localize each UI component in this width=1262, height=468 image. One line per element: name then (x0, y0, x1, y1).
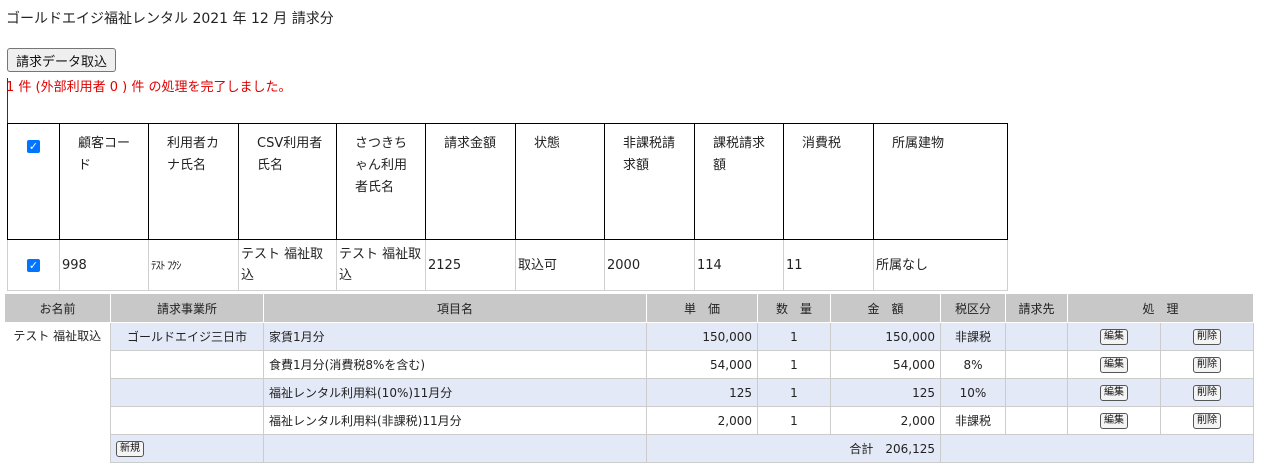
new-cell: 新規 (110, 434, 264, 463)
column-header-nontax: 非課税請求額 (604, 123, 695, 240)
amount: 54,000 (830, 350, 941, 379)
tax-class: 非課税 (940, 406, 1006, 435)
tax-class: 10% (940, 378, 1006, 407)
empty-cell (939, 434, 1255, 463)
billing-to (1005, 350, 1068, 379)
check-icon: ✓ (27, 140, 40, 153)
total-value: 206,125 (885, 442, 935, 456)
cell-code: 998 (59, 239, 149, 291)
quantity: 1 (757, 406, 831, 435)
delete-button[interactable]: 削除 (1193, 357, 1221, 373)
table-row: テスト 福祉取込 ゴールドエイジ三日市 家賃1月分 150,000 1 150,… (4, 322, 1255, 463)
cell-nontax: 2000 (604, 239, 695, 291)
column-header-tax: 課税請求額 (694, 123, 784, 240)
billing-table: お名前 請求事業所 項目名 単 価 数 量 金 額 税区分 請求先 処 理 テス… (4, 293, 1255, 463)
column-header-tax-class: 税区分 (940, 293, 1006, 323)
column-header-price: 単 価 (646, 293, 758, 323)
cell-tax: 114 (694, 239, 784, 291)
new-button[interactable]: 新規 (116, 441, 144, 457)
column-header-customer-code: 顧客コード (59, 123, 149, 240)
edit-button[interactable]: 編集 (1100, 329, 1128, 345)
column-header-amount: 請求金額 (425, 123, 516, 240)
column-header-kana-name: 利用者カナ氏名 (148, 123, 239, 240)
edit-cell: 編集 (1067, 406, 1161, 435)
column-header-satsuki-name: さつきちゃん利用者氏名 (336, 123, 426, 240)
item-name: 福祉レンタル利用料(10%)11月分 (263, 378, 647, 407)
column-header-actions: 処 理 (1066, 293, 1255, 323)
column-header-amount: 金 額 (830, 293, 941, 323)
cell-satsuki-name: テスト 福祉取込 (336, 239, 426, 291)
billing-to (1005, 322, 1068, 351)
column-header-consumption-tax: 消費税 (783, 123, 874, 240)
select-all-checkbox[interactable]: ✓ (7, 123, 60, 240)
column-header-qty: 数 量 (757, 293, 831, 323)
amount: 150,000 (830, 322, 941, 351)
column-header-building: 所属建物 (873, 123, 1008, 240)
delete-cell: 削除 (1159, 322, 1255, 351)
column-header-name: お名前 (4, 293, 111, 323)
column-header-csv-name: CSV利用者氏名 (238, 123, 337, 240)
column-header-office: 請求事業所 (110, 293, 264, 323)
quantity: 1 (757, 322, 831, 351)
item-name: 食費1月分(消費税8%を含む) (263, 350, 647, 379)
edit-cell: 編集 (1067, 378, 1161, 407)
cell-kana: ﾃｽﾄ ﾌｸｼ (148, 239, 239, 291)
cell-consumption-tax: 11 (783, 239, 874, 291)
billing-to (1005, 406, 1068, 435)
amount: 125 (830, 378, 941, 407)
unit-price: 125 (646, 378, 758, 407)
page-title: ゴールドエイジ福祉レンタル 2021 年 12 月 請求分 (6, 11, 334, 27)
office-name (110, 406, 264, 435)
edit-button[interactable]: 編集 (1100, 357, 1128, 373)
column-header-state: 状態 (515, 123, 605, 240)
unit-price: 54,000 (646, 350, 758, 379)
edit-cell: 編集 (1067, 350, 1161, 379)
item-name: 福祉レンタル利用料(非課税)11月分 (263, 406, 647, 435)
check-icon: ✓ (27, 258, 40, 272)
empty-cell (263, 434, 647, 463)
edit-cell: 編集 (1067, 322, 1161, 351)
unit-price: 150,000 (646, 322, 758, 351)
table-row: 福祉レンタル利用料(非課税)11月分 2,000 1 2,000 非課税 編集 … (5, 406, 1255, 435)
quantity: 1 (757, 350, 831, 379)
cell-amount: 2125 (425, 239, 516, 291)
billing-to (1005, 378, 1068, 407)
status-message: 1 件 (外部利用者 0 ) 件 の処理を完了しました。 (6, 80, 292, 95)
edit-button[interactable]: 編集 (1100, 413, 1128, 429)
table-row: ✓ 998 ﾃｽﾄ ﾌｸｼ テスト 福祉取込 テスト 福祉取込 2125 取込可… (7, 239, 1008, 291)
row-checkbox[interactable]: ✓ (7, 239, 60, 291)
amount: 2,000 (830, 406, 941, 435)
cell-csv-name: テスト 福祉取込 (238, 239, 337, 291)
delete-cell: 削除 (1159, 406, 1255, 435)
customer-name: テスト 福祉取込 (4, 322, 111, 463)
delete-button[interactable]: 削除 (1193, 329, 1221, 345)
table-row: 福祉レンタル利用料(10%)11月分 125 1 125 10% 編集 削除 (5, 378, 1255, 407)
unit-price: 2,000 (646, 406, 758, 435)
billing-table-header: お名前 請求事業所 項目名 単 価 数 量 金 額 税区分 請求先 処 理 (4, 293, 1255, 323)
office-name (110, 350, 264, 379)
tax-class: 非課税 (940, 322, 1006, 351)
cell-state: 取込可 (515, 239, 605, 291)
delete-button[interactable]: 削除 (1193, 385, 1221, 401)
total-label: 合計 (849, 442, 874, 456)
cell-building: 所属なし (873, 239, 1008, 291)
total-row: 新規 合計 206,125 (5, 434, 1255, 463)
tax-class: 8% (940, 350, 1006, 379)
edit-button[interactable]: 編集 (1100, 385, 1128, 401)
column-header-billing-to: 請求先 (1005, 293, 1068, 323)
import-table-header: ✓ 顧客コード 利用者カナ氏名 CSV利用者氏名 さつきちゃん利用者氏名 請求金… (7, 123, 1008, 240)
quantity: 1 (757, 378, 831, 407)
delete-cell: 削除 (1159, 378, 1255, 407)
delete-button[interactable]: 削除 (1193, 413, 1221, 429)
item-name: 家賃1月分 (263, 322, 647, 351)
total: 合計 206,125 (646, 434, 941, 463)
import-billing-data-button[interactable]: 請求データ取込 (7, 48, 117, 72)
import-table: ✓ 顧客コード 利用者カナ氏名 CSV利用者氏名 さつきちゃん利用者氏名 請求金… (7, 123, 1008, 291)
office-name (110, 378, 264, 407)
delete-cell: 削除 (1159, 350, 1255, 379)
office-name: ゴールドエイジ三日市 (110, 322, 264, 351)
kana-text: ﾃｽﾄ ﾌｸｼ (151, 258, 181, 272)
column-header-item: 項目名 (263, 293, 647, 323)
table-row: 食費1月分(消費税8%を含む) 54,000 1 54,000 8% 編集 削除 (5, 350, 1255, 379)
